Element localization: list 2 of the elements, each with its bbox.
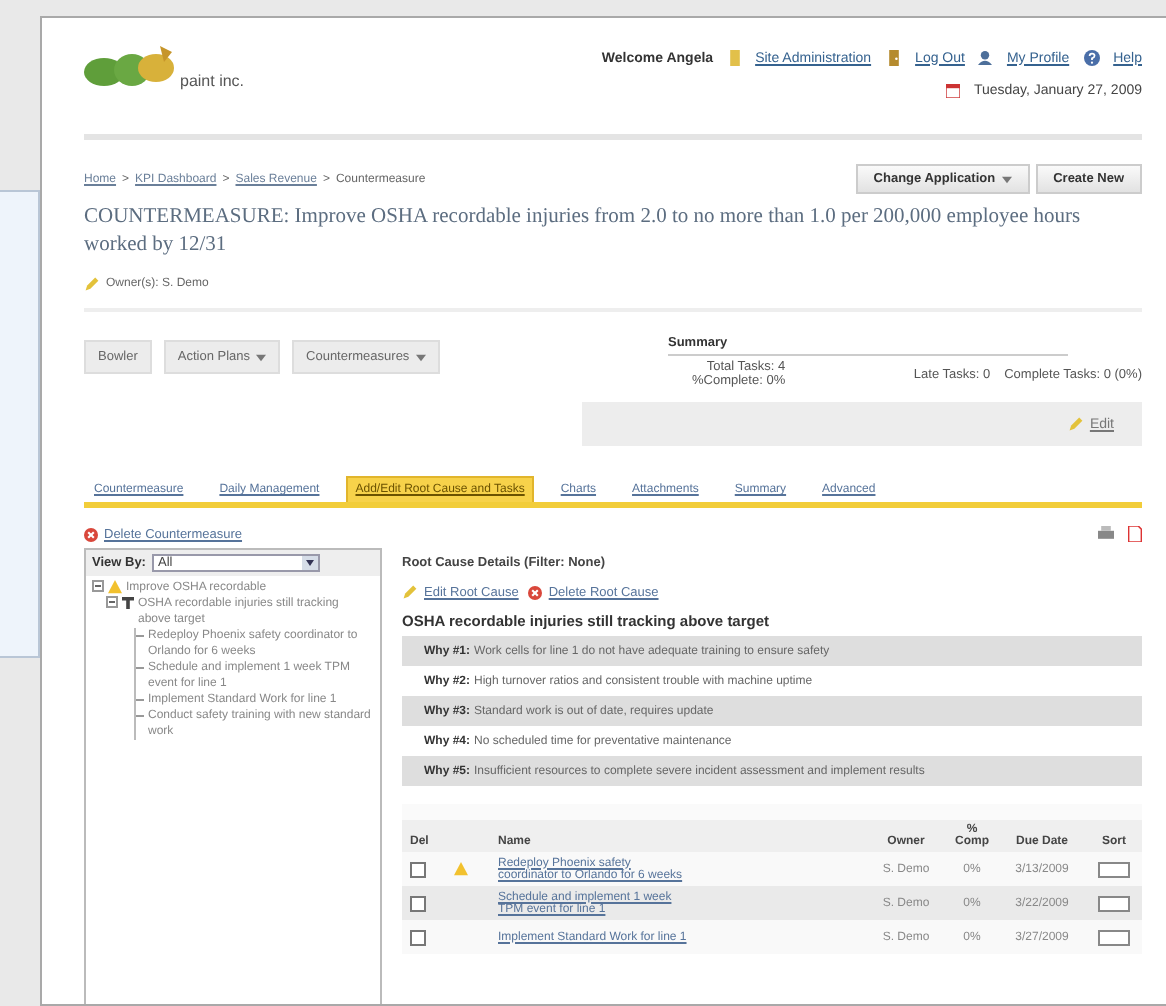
logo-text: paint inc. xyxy=(180,72,245,90)
page-title: COUNTERMEASURE: Improve OSHA recordable injuries from 2.0 to no more than 1.0 per 200,000 employee hours worked by 12/31 xyxy=(84,204,1083,260)
